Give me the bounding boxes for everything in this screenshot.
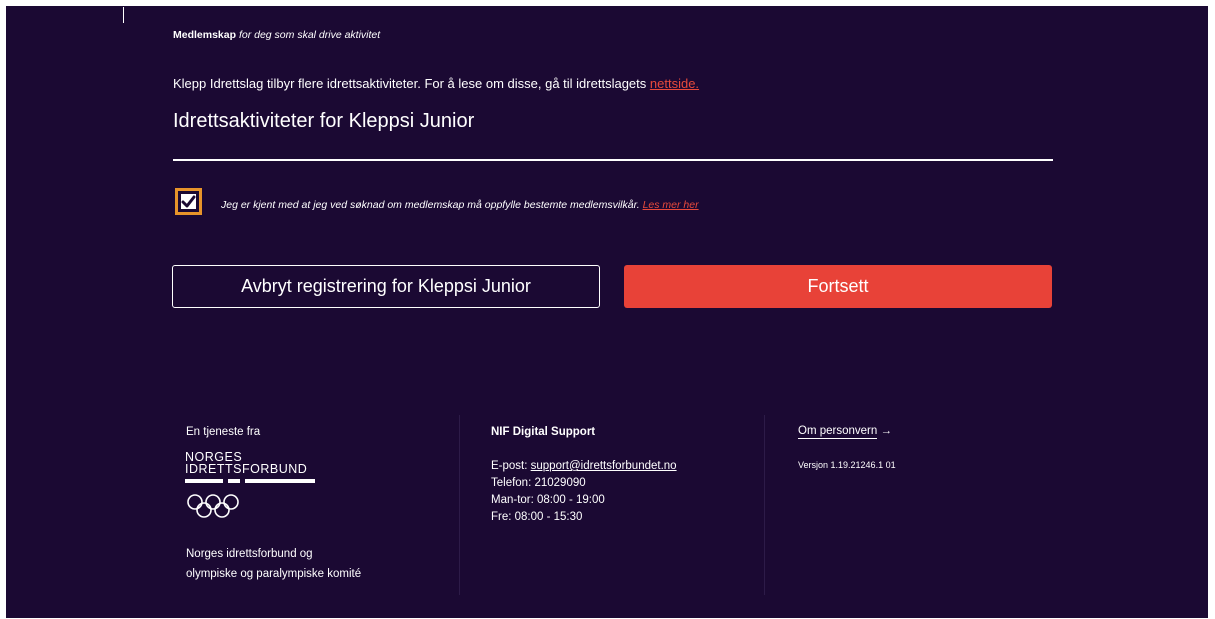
logo-line2: IDRETTSFORBUND bbox=[185, 462, 308, 476]
read-more-link[interactable]: Les mer her bbox=[643, 199, 699, 211]
nif-logo: NORGES IDRETTSFORBUND bbox=[185, 451, 315, 484]
checkmark-icon bbox=[181, 195, 196, 208]
org-description: Norges idrettsforbund og olympiske og pa… bbox=[186, 544, 361, 584]
privacy-link[interactable]: Om personvern → bbox=[798, 425, 892, 439]
email-label: E-post: bbox=[491, 460, 528, 472]
org-line2: olympiske og paralympiske komité bbox=[186, 568, 362, 580]
cancel-registration-button[interactable]: Avbryt registrering for Kleppsi Junior bbox=[172, 265, 600, 308]
support-phone: Telefon: 21029090 bbox=[491, 477, 586, 489]
olympic-rings-icon bbox=[187, 494, 239, 518]
footer-separator bbox=[459, 415, 460, 595]
support-email-link[interactable]: support@idrettsforbundet.no bbox=[531, 460, 677, 472]
page-header: Medlemskap for deg som skal drive aktivi… bbox=[173, 29, 380, 41]
continue-button[interactable]: Fortsett bbox=[624, 265, 1052, 308]
terms-body: Jeg er kjent med at jeg ved søknad om me… bbox=[221, 199, 640, 211]
section-title: Idrettsaktiviteter for Kleppsi Junior bbox=[173, 110, 475, 132]
intro-text: Klepp Idrettslag tilbyr flere idrettsakt… bbox=[173, 76, 699, 91]
hours-friday: Fre: 08:00 - 15:30 bbox=[491, 511, 583, 523]
support-title: NIF Digital Support bbox=[491, 426, 596, 438]
intro-body: Klepp Idrettslag tilbyr flere idrettsakt… bbox=[173, 76, 647, 91]
support-email-row: E-post: support@idrettsforbundet.no bbox=[491, 458, 677, 475]
website-link[interactable]: nettside. bbox=[650, 76, 699, 91]
support-contact: E-post: support@idrettsforbundet.no Tele… bbox=[491, 458, 677, 526]
privacy-link-label: Om personvern bbox=[798, 425, 878, 439]
header-title: Medlemskap bbox=[173, 29, 237, 41]
terms-text: Jeg er kjent med at jeg ved søknad om me… bbox=[221, 199, 699, 211]
terms-checkbox[interactable] bbox=[175, 188, 202, 215]
arrow-right-icon: → bbox=[880, 425, 892, 437]
service-label: En tjeneste fra bbox=[186, 426, 261, 438]
logo-bars bbox=[185, 479, 315, 484]
org-line1: Norges idrettsforbund og bbox=[186, 548, 313, 560]
text-cursor bbox=[123, 7, 124, 23]
version-label: Versjon 1.19.21246.1 01 bbox=[798, 460, 896, 470]
footer-separator bbox=[764, 415, 765, 595]
page-frame: Medlemskap for deg som skal drive aktivi… bbox=[6, 6, 1208, 618]
section-divider bbox=[173, 159, 1053, 161]
hours-weekday: Man-tor: 08:00 - 19:00 bbox=[491, 494, 605, 506]
header-subtitle: for deg som skal drive aktivitet bbox=[238, 29, 381, 41]
